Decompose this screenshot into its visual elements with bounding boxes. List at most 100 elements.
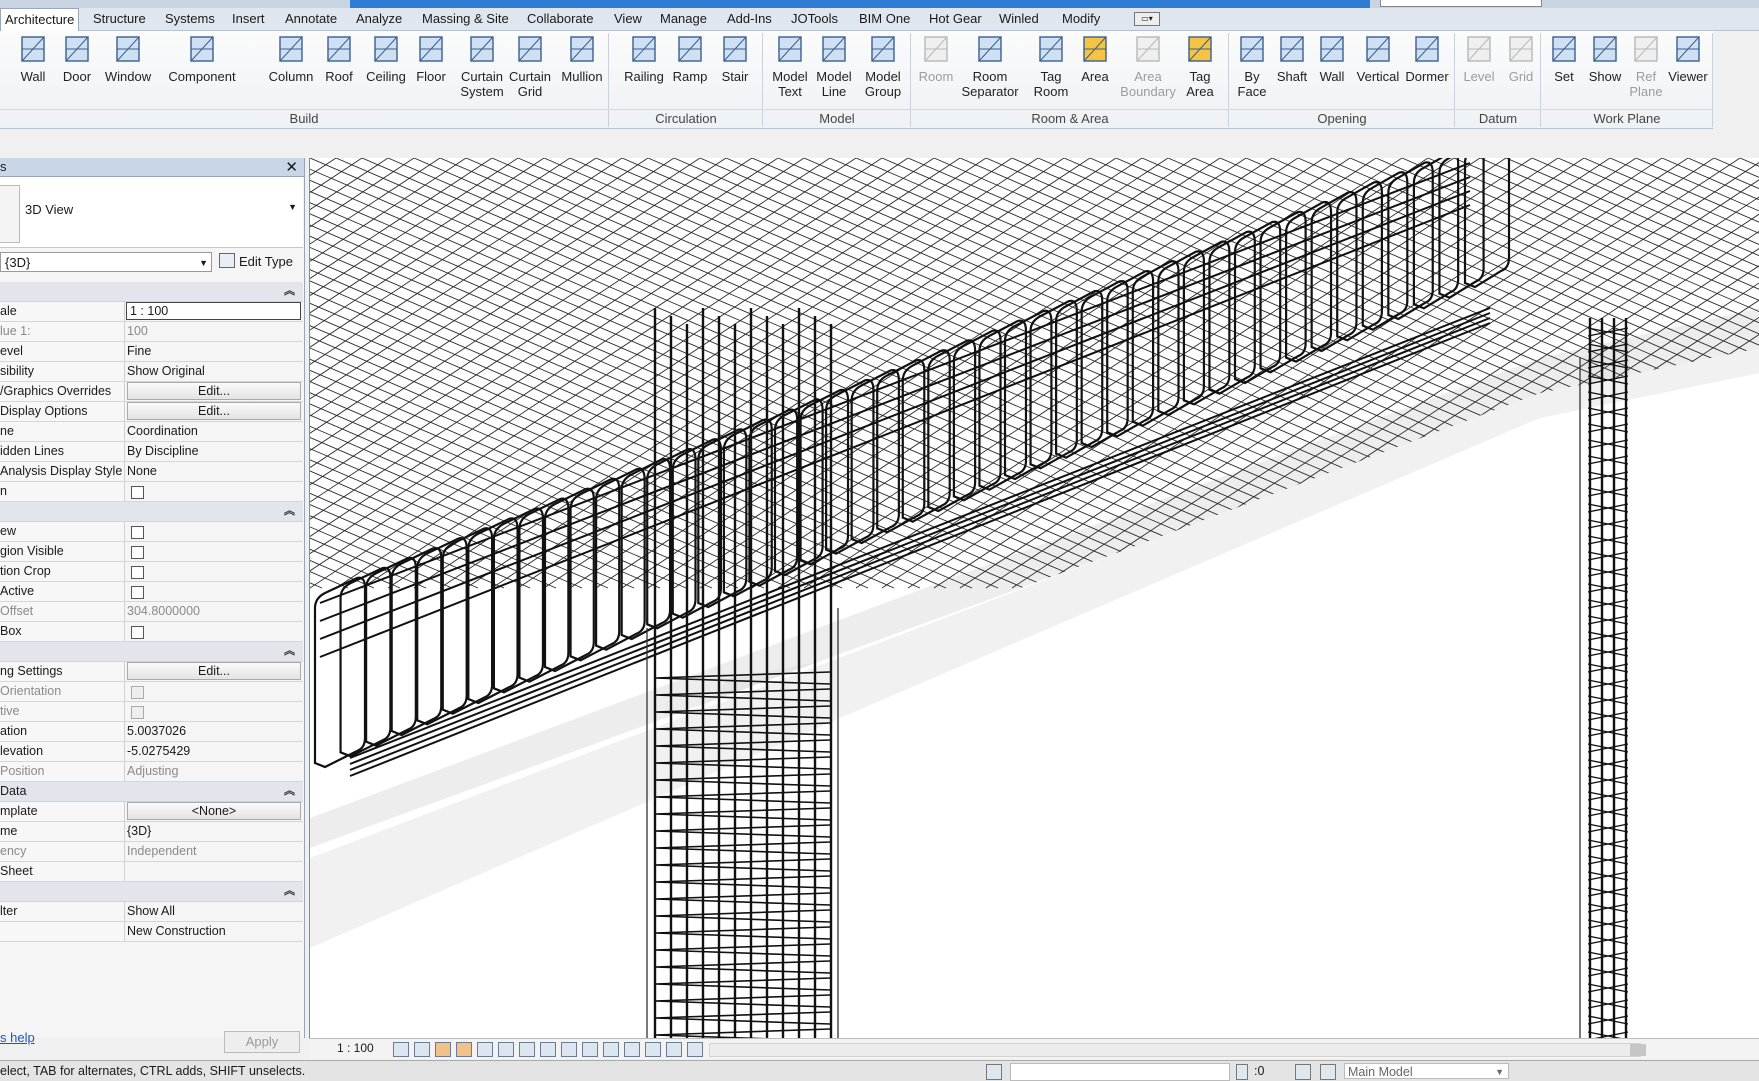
circulation-railing-button[interactable]: Railing (622, 31, 666, 111)
panel-toggle-icon[interactable]: ▭▾ (1134, 12, 1160, 26)
circulation-stair-button[interactable]: Stair (714, 31, 756, 111)
apply-button[interactable]: Apply (224, 1031, 300, 1053)
show-crop-icon[interactable] (498, 1042, 514, 1057)
render-icon[interactable] (645, 1042, 661, 1057)
tab-insert[interactable]: Insert (232, 8, 265, 30)
tab-hot-gear[interactable]: Hot Gear (929, 8, 982, 30)
property-value[interactable]: Show All (127, 902, 303, 921)
work-plane-ref-plane-button[interactable]: Ref Plane (1626, 31, 1666, 111)
tab-manage[interactable]: Manage (660, 8, 707, 30)
property-value[interactable]: {3D} (127, 822, 303, 841)
build-roof-button[interactable]: Roof (318, 31, 360, 111)
tab-modify[interactable]: Modify (1062, 8, 1100, 30)
chevron-down-icon[interactable]: ▼ (288, 202, 297, 212)
rebar-3d-model[interactable] (310, 158, 1759, 1038)
property-edit-button[interactable]: Edit... (127, 662, 301, 680)
property-edit-button[interactable]: <None> (127, 802, 301, 820)
build-column-button[interactable]: Column (260, 31, 322, 111)
property-input[interactable]: 1 : 100 (126, 302, 301, 320)
horizontal-scrollbar[interactable] (709, 1043, 1646, 1057)
build-curtain-grid-button[interactable]: Curtain Grid (506, 31, 554, 111)
property-checkbox[interactable] (131, 486, 144, 499)
datum-level-button[interactable]: Level (1458, 31, 1500, 111)
property-checkbox[interactable] (131, 566, 144, 579)
tab-bim-one[interactable]: BIM One (859, 8, 910, 30)
3d-viewport[interactable] (309, 158, 1759, 1038)
tab-structure[interactable]: Structure (93, 8, 146, 30)
tab-systems[interactable]: Systems (165, 8, 215, 30)
highlight-boundaries-icon[interactable] (603, 1042, 619, 1057)
property-checkbox[interactable] (131, 526, 144, 539)
build-mullion-button[interactable]: Mullion (556, 31, 608, 111)
chevron-down-icon[interactable]: ▼ (199, 253, 208, 273)
worksharing-icon[interactable] (986, 1064, 1002, 1080)
crop-view-icon[interactable] (477, 1042, 493, 1057)
temporary-hide-icon[interactable] (540, 1042, 556, 1057)
workset-dropdown[interactable] (1010, 1063, 1230, 1081)
property-value[interactable]: Show Original (127, 362, 303, 381)
property-group-header[interactable]: ︽ (0, 502, 303, 522)
properties-help-link[interactable]: s help (0, 1030, 35, 1045)
build-window-button[interactable]: Window (99, 31, 157, 111)
filter-icon[interactable] (1236, 1064, 1248, 1080)
unlock-3d-icon[interactable] (519, 1042, 535, 1057)
circulation-ramp-button[interactable]: Ramp (667, 31, 713, 111)
constraints-icon[interactable] (666, 1042, 682, 1057)
model-model-text-button[interactable]: Model Text (767, 31, 813, 111)
property-value[interactable]: By Discipline (127, 442, 303, 461)
property-group-header[interactable]: ︽ (0, 282, 303, 302)
work-plane-show-button[interactable]: Show (1584, 31, 1626, 111)
property-value[interactable] (127, 862, 303, 881)
analysis-icon[interactable] (582, 1042, 598, 1057)
design-options-icon[interactable] (1295, 1064, 1311, 1080)
panel-title-room-area[interactable]: Room & Area (912, 109, 1228, 128)
tab-winled[interactable]: Winled (999, 8, 1039, 30)
design-option-dropdown[interactable]: Main Model ▼ (1344, 1063, 1509, 1079)
opening-shaft-button[interactable]: Shaft (1272, 31, 1312, 111)
collapse-icon[interactable]: ︽ (284, 642, 295, 661)
build-floor-button[interactable]: Floor (410, 31, 452, 111)
collapse-icon[interactable]: ︽ (284, 782, 295, 801)
tab-annotate[interactable]: Annotate (285, 8, 337, 30)
tab-view[interactable]: View (614, 8, 642, 30)
tab-add-ins[interactable]: Add-Ins (727, 8, 772, 30)
model-model-line-button[interactable]: Model Line (812, 31, 856, 111)
type-selector[interactable]: 3D View ▼ (0, 177, 303, 248)
property-group-header[interactable]: ︽ (0, 642, 303, 662)
scrollbar-thumb[interactable] (1630, 1044, 1646, 1056)
property-value[interactable]: Coordination (127, 422, 303, 441)
detail-level-icon[interactable] (393, 1042, 409, 1057)
property-checkbox[interactable] (131, 626, 144, 639)
work-plane-set-button[interactable]: Set (1544, 31, 1584, 111)
work-plane-viewer-button[interactable]: Viewer (1664, 31, 1712, 111)
sun-path-icon[interactable] (435, 1042, 451, 1057)
visual-style-icon[interactable] (414, 1042, 430, 1057)
tab-analyze[interactable]: Analyze (356, 8, 402, 30)
build-curtain-system-button[interactable]: Curtain System (458, 31, 506, 111)
worksharing-display-icon[interactable] (624, 1042, 640, 1057)
room-area-room-separator-button[interactable]: Room Separator (960, 31, 1020, 111)
tab-collaborate[interactable]: Collaborate (527, 8, 594, 30)
close-icon[interactable]: ✕ (285, 158, 298, 176)
view-scale[interactable]: 1 : 100 (337, 1041, 374, 1055)
build-ceiling-button[interactable]: Ceiling (362, 31, 410, 111)
property-value[interactable]: 5.0037026 (127, 722, 303, 741)
collapse-icon[interactable]: ︽ (284, 502, 295, 521)
tab-architecture[interactable]: Architecture (0, 8, 80, 31)
tab-jotools[interactable]: JOTools (791, 8, 838, 30)
room-area-room-button[interactable]: Room (914, 31, 958, 111)
property-checkbox[interactable] (131, 586, 144, 599)
property-group-header[interactable]: Data ︽ (0, 782, 303, 802)
room-area-area-boundary-button[interactable]: Area Boundary (1120, 31, 1176, 111)
collapse-icon[interactable]: ︽ (284, 882, 295, 901)
room-area-tag-room-button[interactable]: Tag Room (1024, 31, 1078, 111)
chevron-down-icon[interactable]: ▼ (1495, 1064, 1504, 1080)
build-component-button[interactable]: Component (160, 31, 244, 111)
build-door-button[interactable]: Door (55, 31, 99, 111)
search-box[interactable] (1380, 0, 1542, 7)
property-group-header[interactable]: ︽ (0, 882, 303, 902)
view-instance-selector[interactable]: {3D} ▼ (0, 252, 212, 272)
property-value[interactable]: Fine (127, 342, 303, 361)
property-edit-button[interactable]: Edit... (127, 402, 301, 420)
collapse-bar-icon[interactable] (687, 1042, 703, 1057)
